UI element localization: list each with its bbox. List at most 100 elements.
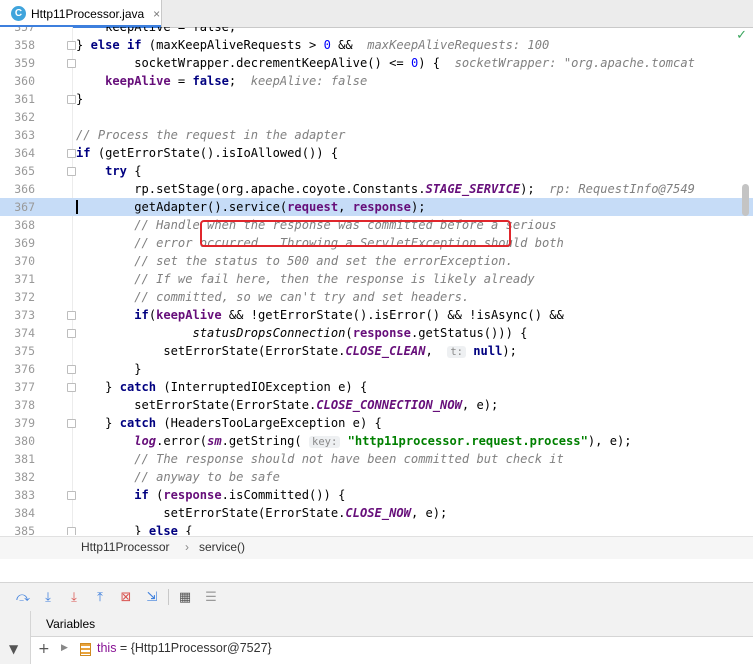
code-text: statusDropsConnection(response.getStatus… <box>192 326 528 340</box>
line-number[interactable]: 376 <box>0 360 35 378</box>
code-line[interactable]: 370 // set the status to 500 and set the… <box>0 252 753 270</box>
code-line[interactable]: 367 getAdapter().service(request, respon… <box>0 198 753 216</box>
line-number[interactable]: 377 <box>0 378 35 396</box>
line-number[interactable]: 357 <box>0 27 35 36</box>
step-over-icon[interactable]: ⤼ <box>14 588 32 606</box>
line-number[interactable]: 367 <box>0 198 35 216</box>
code-text: } else if (maxKeepAliveRequests > 0 && m… <box>76 38 550 52</box>
fold-marker-icon[interactable] <box>67 149 76 158</box>
vertical-scrollbar[interactable] <box>742 184 749 216</box>
line-number[interactable]: 359 <box>0 54 35 72</box>
fold-marker-icon[interactable] <box>67 329 76 338</box>
code-line[interactable]: 372 // committed, so we can't try and se… <box>0 288 753 306</box>
fold-marker-icon[interactable] <box>67 491 76 500</box>
breadcrumb-class[interactable]: Http11Processor <box>81 540 169 554</box>
code-line[interactable]: 362 <box>0 108 753 126</box>
trace-icon[interactable]: ☰ <box>202 588 220 606</box>
force-step-into-icon[interactable]: ⤓ <box>65 588 83 606</box>
line-number[interactable]: 373 <box>0 306 35 324</box>
code-line[interactable]: 382 // anyway to be safe <box>0 468 753 486</box>
breadcrumb-method[interactable]: service() <box>199 540 245 554</box>
code-line[interactable]: 357 keepAlive = false; <box>0 27 753 36</box>
fold-marker-icon[interactable] <box>67 365 76 374</box>
code-line[interactable]: 385 } else { <box>0 522 753 535</box>
line-number[interactable]: 361 <box>0 90 35 108</box>
line-number[interactable]: 378 <box>0 396 35 414</box>
tab-title: Http11Processor.java <box>31 6 145 21</box>
fold-marker-icon[interactable] <box>67 41 76 50</box>
code-line[interactable]: 371 // If we fail here, then the respons… <box>0 270 753 288</box>
code-text: } <box>76 92 84 106</box>
field-list-icon <box>80 643 91 656</box>
fold-marker-icon[interactable] <box>67 167 76 176</box>
fold-marker-icon[interactable] <box>67 383 76 392</box>
code-line[interactable]: 383 if (response.isCommitted()) { <box>0 486 753 504</box>
code-text: // Process the request in the adapter <box>76 128 346 142</box>
run-to-cursor-icon[interactable]: ⇲ <box>143 588 161 606</box>
code-line[interactable]: 384 setErrorState(ErrorState.CLOSE_NOW, … <box>0 504 753 522</box>
line-number[interactable]: 368 <box>0 216 35 234</box>
filter-icon[interactable]: ▼ <box>9 642 18 656</box>
fold-marker-icon[interactable] <box>67 527 76 535</box>
code-line[interactable]: 365 try { <box>0 162 753 180</box>
expand-icon[interactable]: ▶ <box>61 643 68 653</box>
line-number[interactable]: 372 <box>0 288 35 306</box>
code-line[interactable]: 377 } catch (InterruptedIOException e) { <box>0 378 753 396</box>
line-number[interactable]: 364 <box>0 144 35 162</box>
java-class-icon: C <box>11 6 26 21</box>
variable-row[interactable]: + ▶ this = {Http11Processor@7527} <box>31 637 753 664</box>
tab-variables[interactable]: Variables <box>36 611 105 636</box>
code-line[interactable]: 378 setErrorState(ErrorState.CLOSE_CONNE… <box>0 396 753 414</box>
code-line[interactable]: 363 // Process the request in the adapter <box>0 126 753 144</box>
line-number[interactable]: 362 <box>0 108 35 126</box>
line-number[interactable]: 370 <box>0 252 35 270</box>
line-number[interactable]: 363 <box>0 126 35 144</box>
close-icon[interactable]: × <box>153 7 160 21</box>
fold-marker-icon[interactable] <box>67 311 76 320</box>
fold-marker-icon[interactable] <box>67 419 76 428</box>
line-number[interactable]: 374 <box>0 324 35 342</box>
line-number[interactable]: 360 <box>0 72 35 90</box>
fold-marker-icon[interactable] <box>67 95 76 104</box>
code-line[interactable]: 380 log.error(sm.getString( key: "http11… <box>0 432 753 450</box>
line-number[interactable]: 379 <box>0 414 35 432</box>
tab-http11processor[interactable]: C Http11Processor.java × <box>0 0 162 28</box>
evaluate-expression-icon[interactable]: ▦ <box>176 588 194 606</box>
step-out-icon[interactable]: ⤒ <box>91 588 109 606</box>
add-icon[interactable]: + <box>38 641 50 657</box>
line-number[interactable]: 380 <box>0 432 35 450</box>
line-number[interactable]: 369 <box>0 234 35 252</box>
drop-frame-icon[interactable]: ⊠ <box>117 588 135 606</box>
code-line[interactable]: 360 keepAlive = false; keepAlive: false <box>0 72 753 90</box>
code-line[interactable]: 373 if(keepAlive && !getErrorState().isE… <box>0 306 753 324</box>
code-line[interactable]: 358 } else if (maxKeepAliveRequests > 0 &… <box>0 36 753 54</box>
code-text: // If we fail here, then the response is… <box>134 272 535 286</box>
code-line[interactable]: 375 setErrorState(ErrorState.CLOSE_CLEAN… <box>0 342 753 360</box>
line-number[interactable]: 383 <box>0 486 35 504</box>
code-text: // committed, so we can't try and set he… <box>134 290 470 304</box>
variable-name: this <box>97 641 117 655</box>
line-number[interactable]: 365 <box>0 162 35 180</box>
code-editor[interactable]: 357 keepAlive = false; 358 } else if (maxK… <box>0 27 753 535</box>
line-number[interactable]: 366 <box>0 180 35 198</box>
line-number[interactable]: 382 <box>0 468 35 486</box>
line-number[interactable]: 381 <box>0 450 35 468</box>
code-line[interactable]: 381 // The response should not have been… <box>0 450 753 468</box>
variables-side-toolbar: ▼ <box>0 611 31 664</box>
code-line[interactable]: 366 rp.setStage(org.apache.coyote.Consta… <box>0 180 753 198</box>
code-text: if (response.isCommitted()) { <box>134 488 346 502</box>
fold-marker-icon[interactable] <box>67 59 76 68</box>
step-into-icon[interactable]: ⤓ <box>39 588 57 606</box>
code-line[interactable]: 359 socketWrapper.decrementKeepAlive() <… <box>0 54 753 72</box>
code-text: setErrorState(ErrorState.CLOSE_CLEAN, t:… <box>76 344 517 358</box>
line-number[interactable]: 385 <box>0 522 35 535</box>
code-line[interactable]: 379 } catch (HeadersTooLargeException e)… <box>0 414 753 432</box>
line-number[interactable]: 375 <box>0 342 35 360</box>
code-line[interactable]: 364 if (getErrorState().isIoAllowed()) { <box>0 144 753 162</box>
code-line[interactable]: 361} <box>0 90 753 108</box>
line-number[interactable]: 384 <box>0 504 35 522</box>
code-line[interactable]: 376 } <box>0 360 753 378</box>
code-line[interactable]: 374 statusDropsConnection(response.getSt… <box>0 324 753 342</box>
line-number[interactable]: 371 <box>0 270 35 288</box>
line-number[interactable]: 358 <box>0 36 35 54</box>
